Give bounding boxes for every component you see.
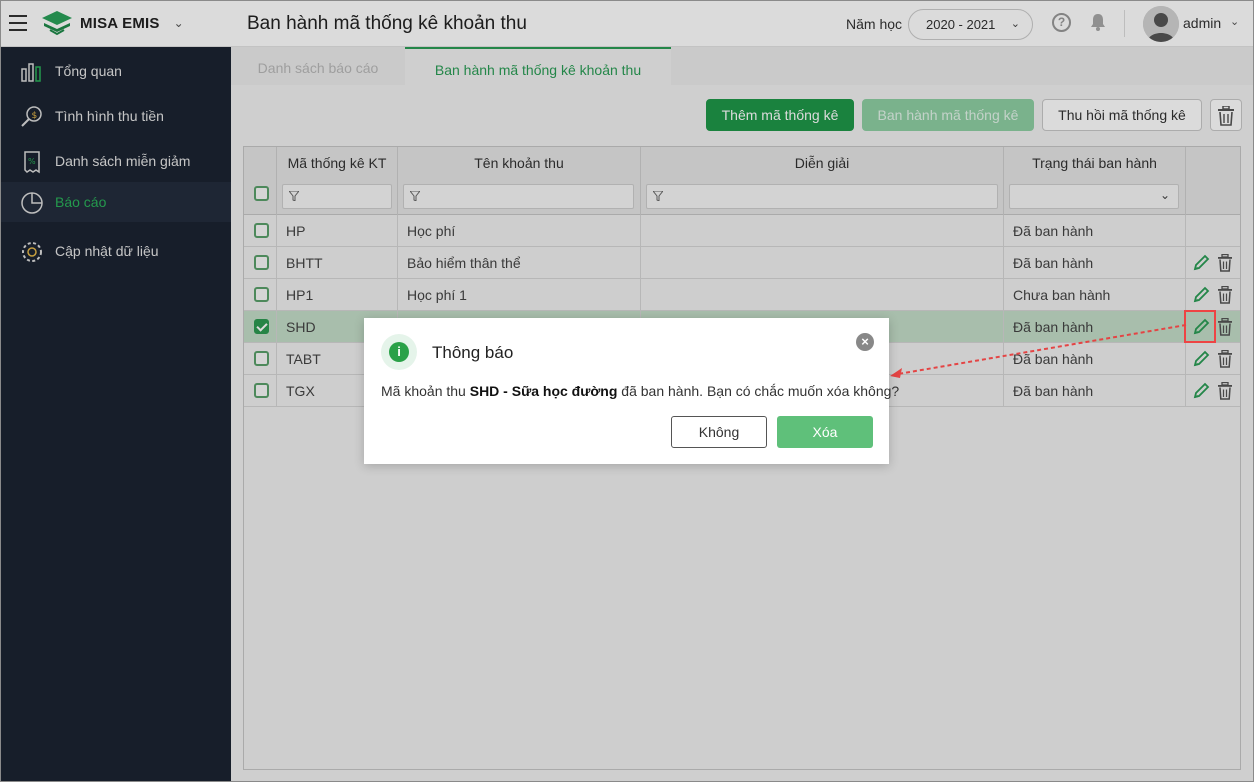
dialog-message-prefix: Mã khoản thu [381, 383, 470, 399]
confirm-dialog: i Thông báo × Mã khoản thu SHD - Sữa học… [364, 318, 899, 464]
annotation-highlight-box [1184, 310, 1216, 343]
close-icon[interactable]: × [856, 333, 874, 351]
dialog-title: Thông báo [432, 343, 514, 362]
dialog-message-item: SHD - Sữa học đường [469, 383, 618, 399]
cancel-button[interactable]: Không [671, 416, 767, 448]
dialog-message: Mã khoản thu SHD - Sữa học đường đã ban … [381, 383, 899, 399]
dialog-message-suffix: đã ban hành. Bạn có chắc muốn xóa không? [617, 383, 900, 399]
confirm-delete-button[interactable]: Xóa [777, 416, 873, 448]
info-icon: i [381, 334, 417, 370]
